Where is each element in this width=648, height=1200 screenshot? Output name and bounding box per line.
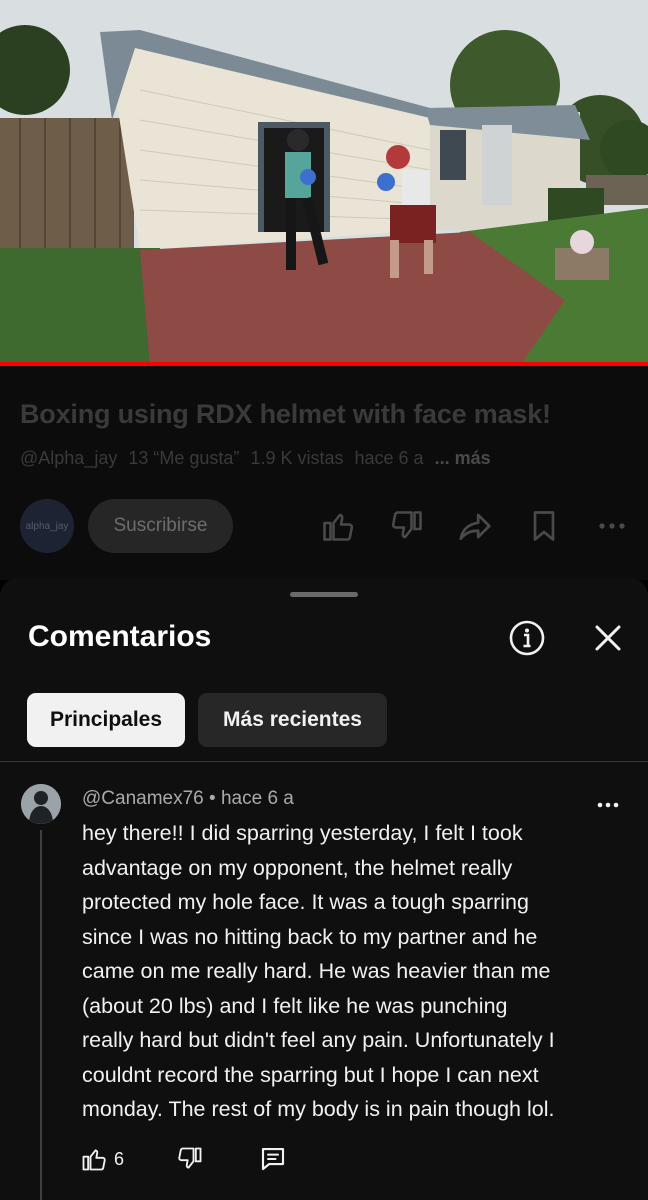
comment-separator: •	[209, 788, 216, 809]
comment-reply-button[interactable]	[258, 1141, 288, 1177]
thread-line	[40, 830, 42, 1200]
info-button[interactable]	[507, 618, 547, 658]
share-icon	[459, 513, 491, 541]
likes-count: 13 “Me gusta”	[128, 448, 240, 468]
comment-age: hace 6 a	[220, 788, 294, 809]
video-title[interactable]: Boxing using RDX helmet with face mask!	[20, 399, 551, 430]
channel-avatar-text: alpha_jay	[25, 520, 69, 532]
more-icon	[599, 523, 625, 529]
filter-chip-recientes[interactable]: Más recientes	[198, 693, 387, 747]
comment-dislike-button[interactable]	[176, 1141, 204, 1177]
sheet-drag-handle[interactable]	[290, 592, 358, 597]
dislike-button[interactable]	[387, 506, 427, 546]
info-icon	[509, 620, 545, 656]
video-info: Boxing using RDX helmet with face mask! …	[0, 366, 648, 580]
comment-avatar[interactable]	[21, 784, 61, 824]
view-count: 1.9 K vistas	[250, 448, 344, 468]
upload-age: hace 6 a	[354, 448, 424, 468]
channel-handle: @Alpha_jay	[20, 448, 118, 468]
channel-avatar[interactable]: alpha_jay	[20, 499, 74, 553]
more-vert-icon	[597, 802, 619, 808]
comment-like-button[interactable]: 6	[80, 1141, 124, 1177]
sheet-divider	[0, 761, 648, 762]
share-button[interactable]	[455, 506, 495, 546]
close-icon	[595, 625, 621, 651]
save-button[interactable]	[524, 506, 564, 546]
avatar-image	[21, 784, 61, 824]
comment-author[interactable]: @Canamex76	[82, 788, 204, 809]
like-icon	[323, 513, 354, 541]
subscribe-button[interactable]: Suscribirse	[88, 499, 233, 553]
comment-text: hey there!! I did sparring yesterday, I …	[82, 821, 555, 1121]
filter-chip-principales[interactable]: Principales	[27, 693, 185, 747]
video-frame-image	[0, 0, 648, 366]
comments-title: Comentarios	[28, 620, 212, 653]
like-button[interactable]	[318, 506, 358, 546]
video-player[interactable]	[0, 0, 648, 366]
comment-like-count: 6	[114, 1148, 125, 1169]
like-icon	[82, 1149, 106, 1171]
comment-header: @Canamex76 • hace 6 a	[82, 788, 294, 810]
close-button[interactable]	[588, 618, 628, 658]
more-actions-button[interactable]	[592, 506, 632, 546]
video-meta[interactable]: @Alpha_jay 13 “Me gusta” 1.9 K vistas ha…	[20, 448, 497, 469]
dislike-icon	[178, 1147, 202, 1169]
more-link[interactable]: ... más	[435, 448, 491, 468]
reply-icon	[261, 1147, 285, 1171]
comments-sheet: Comentarios Principales Más recientes @C…	[0, 578, 648, 1200]
dislike-icon	[391, 511, 422, 539]
save-icon	[533, 511, 555, 541]
